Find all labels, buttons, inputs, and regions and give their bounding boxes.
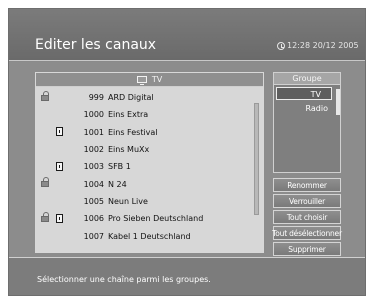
favorite-icon (56, 213, 63, 223)
group-header: Groupe (274, 73, 340, 85)
channel-status-icons (36, 126, 76, 138)
footer: Sélectionner une chaîne parmi les groupe… (9, 257, 365, 295)
deselect-all-button[interactable]: Tout désélectionner (272, 226, 342, 240)
channel-name: Neun Live (108, 196, 148, 206)
window: Editer les canaux 12:28 20/12 2005 TV 99… (8, 8, 366, 296)
favorite-icon (56, 127, 63, 137)
lock-icon (41, 90, 49, 101)
group-panel: Groupe TV Radio Renommer Verrouiller Tou… (272, 72, 342, 256)
channel-status-icons (36, 161, 76, 173)
header: Editer les canaux 12:28 20/12 2005 (9, 9, 365, 61)
channel-name: Pro Sieben Deutschland (108, 214, 204, 224)
channel-row[interactable]: 1003 SFB 1 (36, 158, 250, 175)
channel-row[interactable]: 1004 N 24 (36, 175, 250, 192)
lock-icon (41, 211, 49, 222)
channel-status-icons (36, 195, 76, 207)
action-buttons: Renommer Verrouiller Tout choisir Tout d… (272, 178, 342, 258)
channel-row[interactable]: 1005 Neun Live (36, 193, 250, 210)
delete-button[interactable]: Supprimer (273, 242, 341, 256)
lock-icon (41, 177, 49, 188)
channel-list-header: TV (36, 73, 263, 87)
channel-row[interactable]: 1007 Kabel 1 Deutschland (36, 227, 250, 244)
channel-status-icons (36, 230, 76, 242)
channel-number: 1007 (83, 231, 104, 241)
channel-number: 1005 (83, 196, 104, 206)
channel-status-icons (36, 211, 76, 225)
channel-status-icons (36, 177, 76, 190)
clock: 12:28 20/12 2005 (277, 41, 359, 50)
channel-name: Eins Extra (108, 110, 149, 120)
channel-number: 1006 (83, 214, 104, 224)
channel-number: 1000 (83, 110, 104, 120)
channel-list-panel: TV 999 ARD Digital 1000 Eins Extra 1001 Eins … (35, 72, 264, 253)
channel-rows: 999 ARD Digital 1000 Eins Extra 1001 Eins Fes… (36, 89, 250, 245)
channel-name: SFB 1 (108, 162, 131, 172)
group-item-radio[interactable]: Radio (276, 102, 338, 115)
channel-number: 1004 (83, 179, 104, 189)
tv-icon (136, 76, 147, 85)
channel-row[interactable]: 1000 Eins Extra (36, 106, 250, 123)
main-area: TV 999 ARD Digital 1000 Eins Extra 1001 Eins … (9, 62, 365, 257)
channel-status-icons (36, 90, 76, 104)
channel-row[interactable]: 1006 Pro Sieben Deutschland (36, 210, 250, 227)
channel-row[interactable]: 1002 Eins MuXx (36, 141, 250, 158)
footer-hint: Sélectionner une chaîne parmi les groupe… (37, 275, 211, 284)
channel-name: N 24 (108, 179, 127, 189)
group-item-tv[interactable]: TV (276, 87, 332, 100)
channel-name: ARD Digital (108, 93, 154, 103)
channel-list-title: TV (151, 75, 163, 84)
channel-list-scrollbar[interactable] (254, 103, 259, 215)
select-all-button[interactable]: Tout choisir (273, 210, 341, 224)
channel-name: Eins MuXx (108, 145, 150, 155)
page-title: Editer les canaux (35, 37, 157, 53)
channel-status-icons (36, 109, 76, 121)
channel-number: 1002 (83, 145, 104, 155)
channel-number: 1001 (83, 127, 104, 137)
channel-row[interactable]: 1001 Eins Festival (36, 124, 250, 141)
clock-icon (277, 41, 285, 50)
favorite-icon (56, 161, 63, 171)
channel-name: Kabel 1 Deutschland (108, 231, 191, 241)
channel-row[interactable]: 999 ARD Digital (36, 89, 250, 106)
channel-number: 1003 (83, 162, 104, 172)
lock-button[interactable]: Verrouiller (273, 194, 341, 208)
clock-text: 12:28 20/12 2005 (287, 41, 359, 50)
group-list: Groupe TV Radio (273, 72, 341, 173)
channel-status-icons (36, 144, 76, 156)
channel-number: 999 (88, 93, 104, 103)
group-scrollbar[interactable] (336, 89, 340, 115)
channel-name: Eins Festival (108, 127, 158, 137)
rename-button[interactable]: Renommer (273, 178, 341, 192)
